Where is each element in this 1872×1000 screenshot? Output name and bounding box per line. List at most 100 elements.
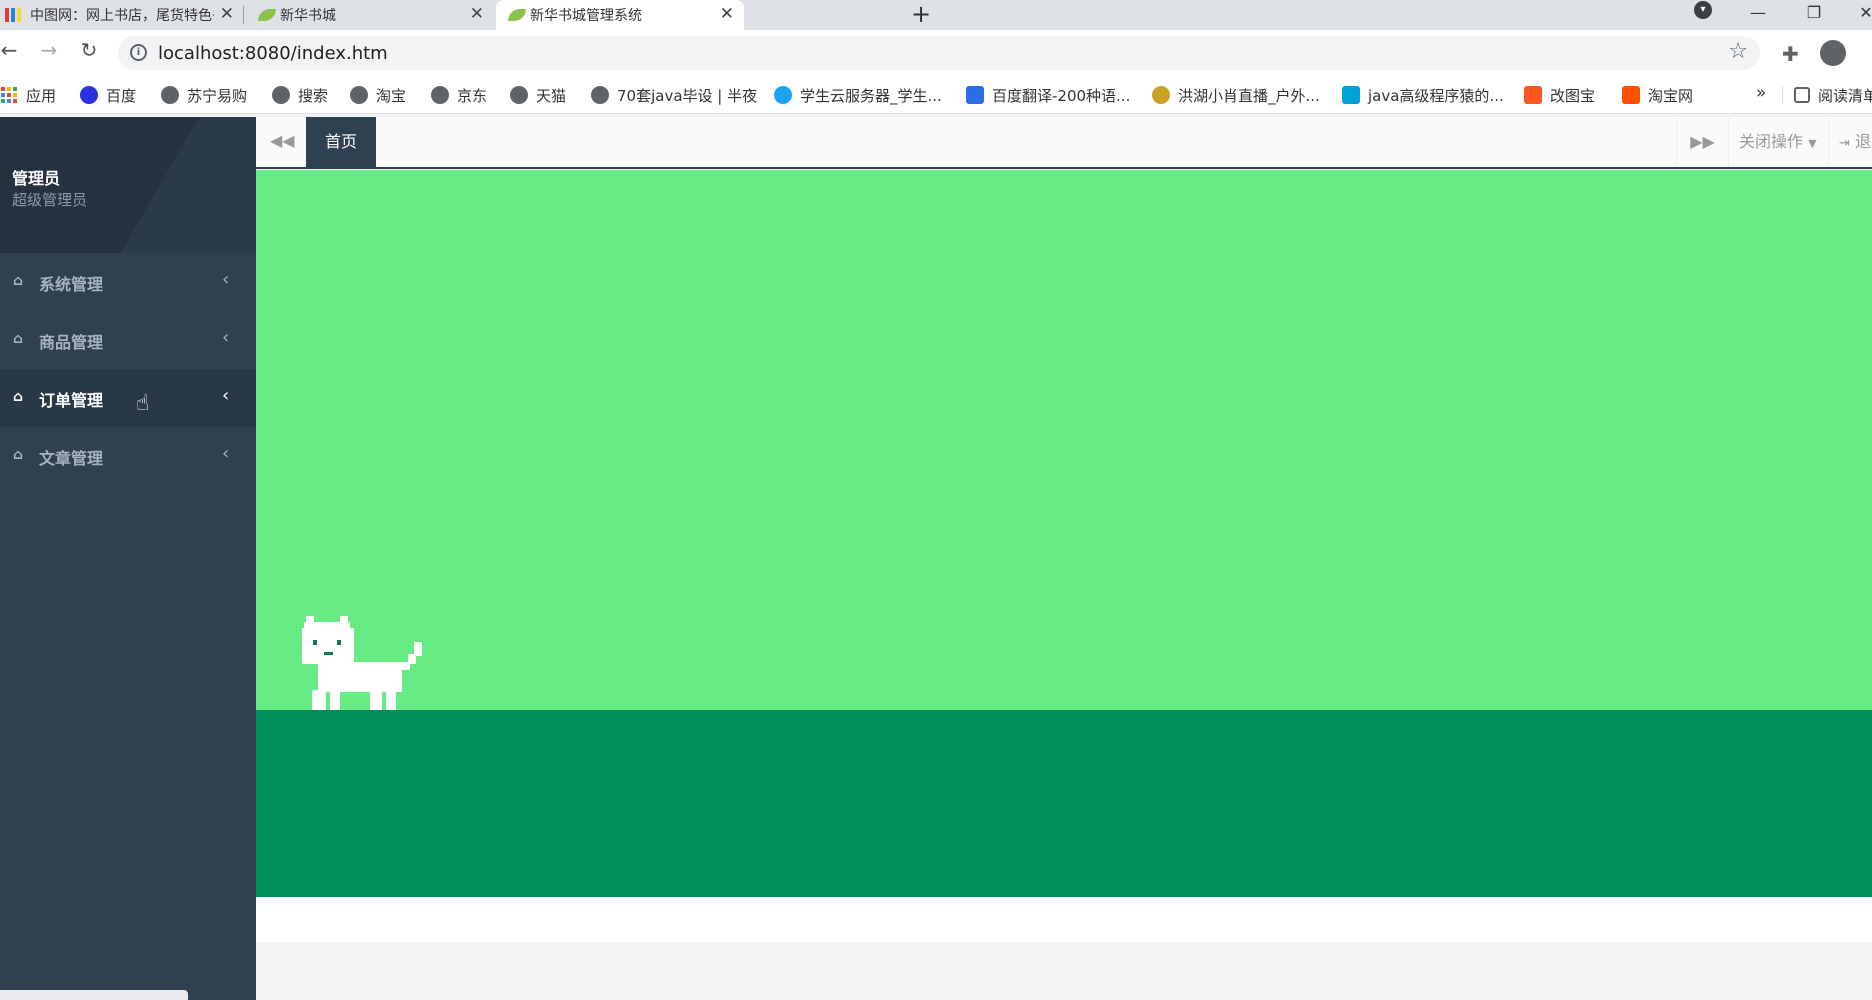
bookmark-live-stream[interactable]: 洪湖小肖直播_户外... [1152,85,1320,105]
close-icon[interactable]: ✕ [470,4,484,24]
bookmarks-more-button[interactable]: » [1756,83,1766,103]
sign-out-icon: ⇥ [1839,136,1850,151]
browser-tab-xinhua[interactable]: 新华书城 ✕ [246,0,494,30]
bookmark-gaitubao[interactable]: 改图宝 [1524,85,1595,105]
pixel-cat-sprite [302,616,422,710]
tab-title: 新华书城 [280,8,336,24]
bookmark-suning[interactable]: 苏宁易购 [161,85,247,105]
tab-home[interactable]: 首页 [306,117,376,167]
leaf-favicon-icon [508,6,526,24]
bookmark-taobao-net[interactable]: 淘宝网 [1622,85,1693,105]
bookmark-baidu[interactable]: 百度 [80,85,136,105]
bookmark-label: 苏宁易购 [187,86,248,105]
browser-tab-zhongtu[interactable]: 中图网：网上书店，尾货特色书店 ✕ [0,0,244,30]
forward-arrow-icon[interactable]: → [34,38,64,62]
logout-label: 退出 [1855,132,1872,151]
bookmark-taobao[interactable]: 淘宝 [350,85,406,105]
close-icon[interactable]: ✕ [220,4,234,24]
close-operations-label: 关闭操作 [1739,132,1804,151]
new-tab-button[interactable]: + [906,0,936,30]
bookmarks-divider [1782,86,1783,104]
zhongtu-favicon-icon [4,6,22,24]
reload-icon[interactable]: ↻ [74,38,104,62]
taobao-icon [1622,86,1640,104]
leaf-favicon-icon [258,6,276,24]
game-scene-sky[interactable] [256,170,1872,710]
close-operations-dropdown[interactable]: 关闭操作 ▼ [1728,117,1828,167]
game-scene-ground [256,710,1872,897]
sidebar-item-label: 订单管理 [39,391,104,410]
chevron-left-icon: ‹ [222,269,230,290]
globe-icon [272,86,290,104]
globe-icon [510,86,528,104]
reading-list-icon [1794,87,1810,103]
translate-icon [966,86,984,104]
bookmark-star-icon[interactable]: ☆ [1728,39,1748,64]
back-arrow-icon[interactable]: ← [0,38,24,62]
content-footer-band [256,897,1872,942]
bookmark-search[interactable]: 搜索 [272,85,328,105]
profile-avatar-icon[interactable] [1820,40,1846,66]
reading-list-button[interactable]: 阅读清单 [1794,85,1872,105]
gaitubao-icon [1524,86,1542,104]
bookmark-label: 百度 [106,86,137,105]
bookmark-jd[interactable]: 京东 [431,85,487,105]
bookmark-label: 应用 [26,86,57,105]
bookmark-apps[interactable]: 应用 [0,85,56,105]
site-info-icon[interactable]: i [130,44,147,61]
double-chevron-left-icon[interactable]: ◀◀ [270,131,295,150]
chevron-left-icon: ‹ [222,385,230,406]
address-bar[interactable]: i localhost:8080/index.htm ☆ [118,36,1760,70]
tab-search-icon[interactable]: ▾ [1694,1,1712,19]
bookmark-cloud-server[interactable]: 学生云服务器_学生... [774,85,942,105]
sidebar-item-system[interactable]: ⌂ 系统管理 ‹ [0,253,256,311]
extensions-puzzle-icon[interactable]: ✚ [1782,42,1799,66]
bookmark-tmall[interactable]: 天猫 [510,85,566,105]
home-icon: ⌂ [13,389,24,405]
home-icon: ⌂ [13,273,24,289]
bookmark-label: java高级程序猿的... [1368,86,1504,105]
logout-button[interactable]: ⇥ 退出 [1828,117,1872,167]
user-panel: 管理员 超级管理员 [0,117,256,253]
reading-list-label: 阅读清单 [1818,86,1872,105]
bookmark-label: 70套java毕设 | 半夜 [617,86,758,105]
address-url: localhost:8080/index.htm [158,43,388,64]
user-role: 超级管理员 [12,191,88,209]
bookmark-java-projects[interactable]: 70套java毕设 | 半夜 [591,85,757,105]
bookmark-baidu-translate[interactable]: 百度翻译-200种语... [966,85,1130,105]
browser-tab-admin[interactable]: 新华书城管理系统 ✕ [496,0,744,30]
double-chevron-right-icon[interactable]: ▶▶ [1676,117,1728,167]
close-icon[interactable]: ✕ [720,4,734,24]
content-tab-bar: ◀◀ 首页 ▶▶ 关闭操作 ▼ ⇥ 退出 [256,117,1872,169]
window-close-icon[interactable]: ✕ [1846,0,1872,30]
sidebar-item-products[interactable]: ⌂ 商品管理 ‹ [0,311,256,369]
admin-sidebar: 管理员 超级管理员 ⌂ 系统管理 ‹ ⌂ 商品管理 ‹ ⌂ 订单管理 ‹ ⌂ 文… [0,117,256,1000]
bookmark-label: 改图宝 [1550,86,1596,105]
live-stream-icon [1152,86,1170,104]
hand-cursor-icon: ☝ [136,391,150,416]
sidebar-item-label: 商品管理 [39,333,104,352]
bookmark-label: 天猫 [536,86,567,105]
browser-toolbar: ← → ↻ i localhost:8080/index.htm ☆ ✚ [0,30,1872,76]
sidebar-item-label: 系统管理 [39,275,104,294]
browser-status-bar [0,990,188,1000]
bookmark-label: 淘宝 [376,86,407,105]
bookmarks-bar: 应用 百度 苏宁易购 搜索 淘宝 京东 天猫 70套java毕设 | 半夜 学生… [0,76,1872,114]
bookmark-java-bilibili[interactable]: java高级程序猿的... [1342,85,1504,105]
bookmark-label: 学生云服务器_学生... [800,86,942,105]
tab-title: 新华书城管理系统 [530,8,642,24]
sidebar-item-articles[interactable]: ⌂ 文章管理 ‹ [0,427,256,485]
home-icon: ⌂ [13,331,24,347]
restore-icon[interactable]: ❐ [1794,0,1834,30]
bookmark-label: 搜索 [298,86,329,105]
minimize-icon[interactable]: — [1738,0,1778,30]
chevron-left-icon: ‹ [222,327,230,348]
globe-icon [431,86,449,104]
caret-down-icon: ▼ [1808,137,1817,150]
sidebar-item-orders[interactable]: ⌂ 订单管理 ‹ [0,369,256,427]
tab-title: 中图网：网上书店，尾货特色书店 [30,8,214,24]
apps-grid-icon [0,86,18,104]
bookmark-label: 百度翻译-200种语... [992,86,1131,105]
bookmark-label: 京东 [457,86,488,105]
bilibili-icon [1342,86,1360,104]
